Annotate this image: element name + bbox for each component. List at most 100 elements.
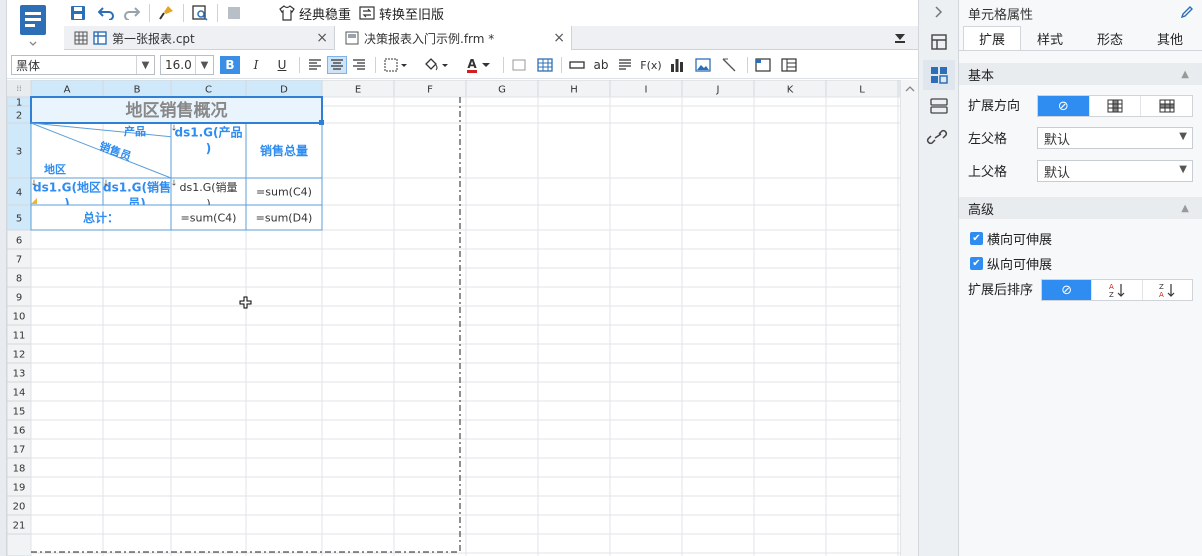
sort-none-option[interactable]: ⊘ [1042, 280, 1093, 300]
hyperlink-icon[interactable] [919, 128, 959, 150]
spreadsheet-grid[interactable]: ⁞⁞ A B C D E F G H I J K L 1 2 3 4 5 6 7 8 9 10 11 12 13 14 15 16 17… [7, 80, 900, 556]
cell-attribute-tab[interactable] [923, 60, 955, 90]
sort-descending-option[interactable]: ZA [1143, 280, 1192, 300]
redo-icon[interactable] [121, 2, 143, 24]
row-header-label: 12 [13, 350, 26, 361]
collapse-panel-icon[interactable] [919, 2, 959, 22]
expand-direction-label: 扩展方向 [968, 99, 1021, 114]
sort-ascending-option[interactable]: AZ [1092, 280, 1143, 300]
border-icon[interactable] [381, 56, 411, 74]
column-header-label: D [280, 85, 288, 96]
column-header-label: F [427, 85, 433, 96]
bold-button[interactable]: B [220, 56, 240, 74]
text-ab-icon[interactable]: ab [591, 56, 611, 74]
row-header-label: 9 [16, 293, 22, 304]
cell-b4-content: ds1.G(销售员) [103, 180, 171, 211]
tab-decision-report[interactable]: 决策报表入门示例.frm * × [334, 26, 572, 50]
font-size-select[interactable]: 16.0 ▼ [160, 55, 214, 75]
cell-blank-icon[interactable] [509, 56, 529, 74]
vertical-expand-label: 纵向可伸展 [987, 258, 1053, 273]
sort-descending-icon: ZA [1159, 283, 1175, 298]
tab-style[interactable]: 样式 [1021, 26, 1079, 50]
chart-icon[interactable] [667, 56, 687, 74]
top-parent-select[interactable]: 默认 ▼ [1037, 160, 1193, 182]
scroll-up-icon[interactable] [901, 82, 919, 96]
checkbox-checked-icon: ✔ [970, 257, 983, 270]
tab-shape[interactable]: 形态 [1081, 26, 1139, 50]
row-header-label: 11 [13, 331, 26, 342]
page-layout-icon[interactable] [779, 56, 799, 74]
classic-theme-button[interactable]: 经典稳重 [279, 3, 351, 23]
cell-a4-content-text: ) [64, 197, 69, 211]
convert-old-version-button[interactable]: 转换至旧版 [359, 3, 444, 23]
cell-d5-content-text: =sum(D4) [256, 212, 313, 225]
vertical-expand-checkbox[interactable]: ✔ 纵向可伸展 [970, 254, 1052, 273]
svg-text:Z: Z [1159, 283, 1164, 291]
tab-menu-icon[interactable] [890, 27, 910, 49]
cell-a4-content: ds1.G(地区) [33, 180, 101, 211]
image-icon[interactable] [693, 56, 713, 74]
cell-c5-content: =sum(C4) [181, 212, 237, 225]
basic-section-header[interactable]: 基本 ▲ [959, 63, 1202, 85]
expand-direction-selector[interactable]: ⊘ [1037, 95, 1193, 117]
advanced-section-header[interactable]: 高级 ▲ [959, 197, 1202, 219]
italic-button[interactable]: I [246, 56, 266, 74]
expand-horizontal-option[interactable] [1141, 96, 1192, 116]
font-family-value: 黑体 [16, 58, 41, 73]
new-file-menu[interactable] [14, 2, 52, 50]
undo-icon[interactable] [95, 2, 117, 24]
table-grid-icon[interactable] [535, 56, 555, 74]
preview-icon[interactable] [189, 2, 211, 24]
cell-ab5-content-text: 总计： [83, 210, 119, 225]
align-right-icon[interactable] [349, 56, 369, 74]
left-edge-strip [0, 0, 7, 556]
font-color-icon[interactable]: A [463, 56, 495, 74]
cell-b4-content-text: 员) [128, 197, 146, 211]
toolbar-divider [561, 57, 562, 73]
tab-other[interactable]: 其他 [1141, 26, 1199, 50]
align-left-icon[interactable] [305, 56, 325, 74]
close-icon[interactable]: × [316, 30, 328, 46]
horizontal-expand-checkbox[interactable]: ✔ 横向可伸展 [970, 229, 1052, 248]
expand-marker-icon: ↓ [171, 179, 178, 188]
merge-cell-icon[interactable] [567, 56, 587, 74]
file-tab-bar: 第一张报表.cpt × 决策报表入门示例.frm * × [64, 26, 918, 50]
edit-icon[interactable] [1180, 5, 1194, 19]
chevron-up-icon: ▲ [1181, 202, 1189, 214]
fill-handle[interactable] [319, 120, 324, 125]
expand-vertical-option[interactable] [1090, 96, 1142, 116]
expand-none-option[interactable]: ⊘ [1038, 96, 1090, 116]
expand-marker-icon: ↓ [103, 179, 110, 188]
row-header-label: 13 [13, 369, 26, 380]
sort-after-expand-selector[interactable]: ⊘ AZ ZA [1041, 279, 1193, 301]
grid-canvas[interactable]: ⁞⁞ A B C D E F G H I J K L 1234567891011121314151617… [7, 80, 900, 556]
format-painter-icon[interactable] [155, 2, 177, 24]
select-all-icon: ⁞⁞ [16, 84, 21, 93]
left-parent-label: 左父格 [968, 132, 1008, 147]
vertical-scrollbar[interactable] [900, 80, 918, 556]
save-icon[interactable] [67, 2, 89, 24]
row-header-label: 7 [16, 255, 22, 266]
chevron-down-icon: ▼ [1179, 131, 1187, 142]
font-size-value: 16.0 [165, 58, 192, 72]
left-parent-select[interactable]: 默认 ▼ [1037, 127, 1193, 149]
align-center-icon[interactable] [327, 56, 347, 74]
cell-c5-content-text: =sum(C4) [181, 212, 237, 225]
slash-cell-icon[interactable] [719, 56, 739, 74]
cell-element-icon[interactable] [919, 32, 959, 54]
close-icon[interactable]: × [553, 30, 565, 46]
cell-d3-content: 销售总量 [260, 143, 308, 158]
row-header-label: 19 [13, 483, 26, 494]
widget-settings-icon[interactable] [919, 96, 959, 118]
font-family-select[interactable]: 黑体 ▼ [11, 55, 155, 75]
fill-color-icon[interactable] [421, 56, 453, 74]
tab-first-report[interactable]: 第一张报表.cpt × [64, 26, 334, 50]
chevron-up-icon: ▲ [1181, 68, 1189, 80]
formula-icon[interactable]: F(x) [639, 56, 663, 74]
freeze-panel-icon[interactable] [753, 56, 773, 74]
text-paragraph-icon[interactable] [615, 56, 635, 74]
tab-underline [959, 50, 1202, 51]
tab-expand[interactable]: 扩展 [963, 26, 1021, 50]
underline-button[interactable]: U [272, 56, 292, 74]
row-header-label: 14 [13, 388, 26, 399]
